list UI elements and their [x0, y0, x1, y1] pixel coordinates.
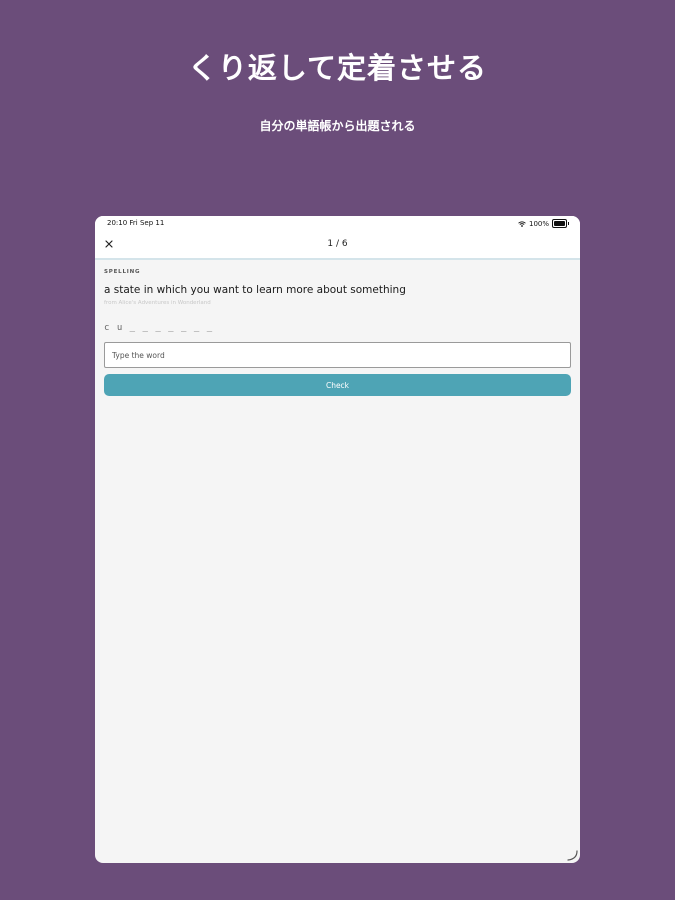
promo-subheadline: 自分の単語帳から出題される — [259, 119, 416, 133]
nav-bar: 1 / 6 — [95, 231, 580, 260]
spelling-hint: c u _ _ _ _ _ _ _ — [104, 323, 214, 333]
progress-counter: 1 / 6 — [327, 239, 348, 249]
status-right: 100% — [518, 219, 569, 228]
wifi-icon — [518, 220, 526, 227]
battery-icon — [552, 219, 569, 228]
status-time: 20:10 Fri Sep 11 — [107, 219, 165, 227]
check-button[interactable]: Check — [104, 374, 571, 396]
promo-headline: くり返して定着させる — [187, 51, 488, 85]
quiz-mode-label: SPELLING — [104, 269, 141, 275]
source-text: from Alice's Adventures in Wonderland — [104, 300, 211, 306]
quiz-content: SPELLING a state in which you want to le… — [104, 268, 571, 396]
status-bar: 20:10 Fri Sep 11 100% — [95, 216, 580, 231]
battery-percent: 100% — [528, 219, 549, 228]
answer-input[interactable] — [104, 342, 571, 368]
resize-handle-icon — [566, 849, 578, 861]
device-screen: 20:10 Fri Sep 11 100% 1 / 6 SPELLING a s… — [95, 216, 580, 863]
definition-text: a state in which you want to learn more … — [104, 284, 406, 296]
